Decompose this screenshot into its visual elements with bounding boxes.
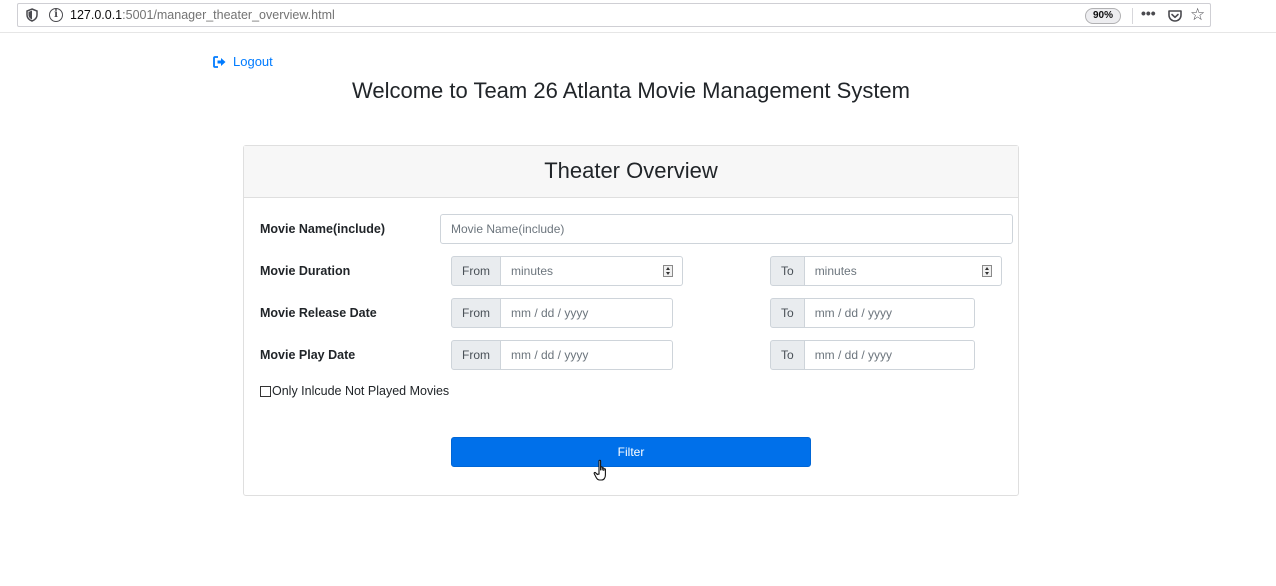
not-played-option[interactable]: Only Inlcude Not Played Movies [260, 384, 449, 398]
duration-from-addon: From [451, 256, 501, 286]
address-bar[interactable]: i 127.0.0.1:5001/manager_theater_overvie… [17, 3, 1211, 27]
url-host: 127.0.0.1 [70, 8, 123, 22]
duration-from-input[interactable]: minutes [501, 256, 683, 286]
play-date-from-group: From mm / dd / yyyy [451, 340, 673, 370]
release-date-to-group: To mm / dd / yyyy [770, 298, 975, 328]
card-header: Theater Overview [244, 146, 1018, 198]
duration-to-input[interactable]: minutes [804, 256, 1002, 286]
duration-to-group: To minutes [770, 256, 1002, 286]
number-spinner-icon[interactable] [663, 265, 673, 277]
play-date-from-input[interactable]: mm / dd / yyyy [501, 340, 673, 370]
movie-play-date-label: Movie Play Date [260, 348, 356, 362]
duration-to-placeholder: minutes [814, 264, 857, 278]
logout-label: Logout [233, 54, 273, 69]
logout-link[interactable]: Logout [213, 54, 273, 69]
number-spinner-icon[interactable] [982, 265, 992, 277]
movie-duration-label: Movie Duration [260, 264, 351, 278]
sign-out-icon [213, 55, 226, 68]
play-date-to-input[interactable]: mm / dd / yyyy [804, 340, 975, 370]
info-icon[interactable]: i [49, 8, 63, 22]
duration-to-addon: To [770, 256, 805, 286]
toolbar-divider [1132, 8, 1133, 24]
release-date-from-input[interactable]: mm / dd / yyyy [501, 298, 673, 328]
play-date-to-addon: To [770, 340, 805, 370]
page-title: Welcome to Team 26 Atlanta Movie Managem… [351, 78, 910, 103]
more-actions-icon[interactable]: ••• [1141, 5, 1156, 21]
hand-pointer-cursor-icon [593, 459, 606, 481]
theater-overview-card: Theater Overview Movie Name(include) Mov… [243, 145, 1019, 496]
url-text[interactable]: 127.0.0.1:5001/manager_theater_overview.… [70, 8, 335, 22]
duration-from-group: From minutes [451, 256, 683, 286]
not-played-label[interactable]: Only Inlcude Not Played Movies [272, 384, 449, 398]
filter-button[interactable]: Filter [451, 437, 811, 467]
play-date-to-group: To mm / dd / yyyy [770, 340, 975, 370]
pocket-icon[interactable] [1167, 8, 1183, 24]
release-date-from-addon: From [451, 298, 501, 328]
release-date-to-input[interactable]: mm / dd / yyyy [804, 298, 975, 328]
movie-release-date-label: Movie Release Date [260, 306, 377, 320]
release-date-from-group: From mm / dd / yyyy [451, 298, 673, 328]
url-path: :5001/manager_theater_overview.html [122, 8, 335, 22]
duration-from-placeholder: minutes [511, 264, 554, 278]
zoom-level-badge[interactable]: 90% [1085, 8, 1122, 24]
movie-name-input[interactable]: Movie Name(include) [440, 214, 1013, 244]
release-date-to-addon: To [770, 298, 805, 328]
shield-icon[interactable] [26, 8, 38, 22]
play-date-from-addon: From [451, 340, 501, 370]
bookmark-star-icon[interactable]: ☆ [1190, 5, 1205, 25]
movie-name-label: Movie Name(include) [260, 222, 386, 236]
browser-toolbar: i 127.0.0.1:5001/manager_theater_overvie… [0, 0, 1276, 33]
not-played-checkbox[interactable] [260, 385, 271, 397]
